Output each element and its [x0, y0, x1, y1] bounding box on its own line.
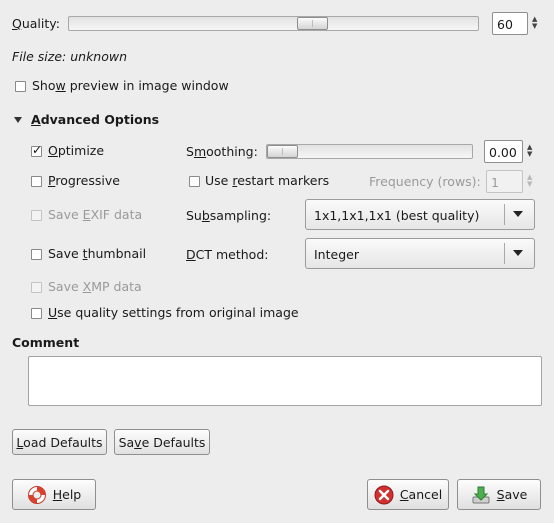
progressive-label[interactable]: Progressive	[48, 173, 120, 188]
lifebuoy-icon	[27, 485, 47, 505]
show-preview-label[interactable]: Show preview in image window	[32, 78, 229, 93]
save-exif-checkbox	[31, 210, 42, 221]
load-defaults-button[interactable]: Load Defaults	[12, 429, 107, 455]
checkmark-icon: ✓	[32, 143, 43, 157]
restart-markers-checkbox[interactable]	[189, 176, 200, 187]
smoothing-spin[interactable]: 0.00	[484, 140, 523, 163]
save-download-icon	[471, 485, 491, 505]
smoothing-slider-thumb[interactable]	[267, 145, 298, 158]
frequency-label: Frequency (rows):	[369, 174, 481, 189]
chevron-down-icon[interactable]	[513, 211, 523, 217]
smoothing-label: Smoothing:	[186, 144, 258, 159]
smoothing-slider[interactable]	[266, 144, 473, 159]
save-exif-label: Save EXIF data	[48, 207, 143, 222]
combo-separator	[504, 204, 505, 225]
smoothing-spin-arrows[interactable]: ▲ ▼	[527, 144, 535, 158]
dct-method-value: Integer	[314, 247, 359, 262]
quality-label-rest: uality:	[21, 16, 60, 31]
cancel-label: Cancel	[399, 487, 443, 502]
advanced-options-title[interactable]: Advanced Options	[31, 112, 159, 127]
save-defaults-button[interactable]: Save Defaults	[114, 429, 210, 455]
frequency-spin-arrows: ▲ ▼	[527, 173, 533, 188]
use-quality-checkbox[interactable]	[31, 308, 42, 319]
save-thumbnail-checkbox[interactable]	[31, 249, 42, 260]
frequency-spin: 1	[486, 170, 523, 193]
save-xmp-checkbox	[31, 282, 42, 293]
progressive-checkbox[interactable]	[31, 176, 42, 187]
save-defaults-label: Save Defaults	[118, 434, 206, 450]
quality-slider-thumb[interactable]	[297, 17, 328, 30]
quality-spin[interactable]: 60	[492, 12, 528, 35]
save-thumbnail-label[interactable]: Save thumbnail	[48, 246, 146, 261]
cancel-button[interactable]: Cancel	[367, 479, 449, 510]
subsampling-combo[interactable]: 1x1,1x1,1x1 (best quality)	[305, 199, 535, 230]
optimize-label[interactable]: Optimize	[48, 143, 104, 158]
subsampling-value: 1x1,1x1,1x1 (best quality)	[314, 208, 480, 223]
restart-markers-label[interactable]: Use restart markers	[205, 173, 329, 188]
file-size-label: File size: unknown	[12, 49, 128, 64]
help-button[interactable]: Help	[12, 479, 96, 510]
frequency-value: 1	[491, 175, 499, 190]
quality-value: 60	[497, 17, 513, 32]
subsampling-label: Subsampling:	[186, 208, 272, 223]
quality-spin-arrows[interactable]: ▲ ▼	[532, 16, 540, 30]
use-quality-label[interactable]: Use quality settings from original image	[48, 305, 299, 320]
comment-label: Comment	[12, 335, 80, 350]
smoothing-value: 0.00	[489, 145, 517, 160]
save-button[interactable]: Save	[457, 479, 541, 510]
quality-label: Quality:	[12, 16, 60, 31]
dct-method-combo[interactable]: Integer	[305, 238, 535, 269]
optimize-checkbox[interactable]: ✓	[31, 143, 43, 157]
save-xmp-label: Save XMP data	[48, 279, 142, 294]
load-defaults-label: Load Defaults	[16, 434, 103, 450]
help-label: Help	[52, 487, 82, 502]
save-label: Save	[496, 487, 528, 502]
quality-slider[interactable]	[68, 16, 479, 31]
cancel-icon	[374, 485, 394, 505]
dct-method-label: DCT method:	[186, 247, 269, 262]
chevron-down-icon[interactable]	[513, 250, 523, 256]
show-preview-checkbox[interactable]	[15, 81, 26, 92]
comment-textarea[interactable]	[28, 356, 542, 406]
combo-separator	[504, 243, 505, 264]
advanced-expander-arrow-icon[interactable]	[14, 117, 22, 123]
